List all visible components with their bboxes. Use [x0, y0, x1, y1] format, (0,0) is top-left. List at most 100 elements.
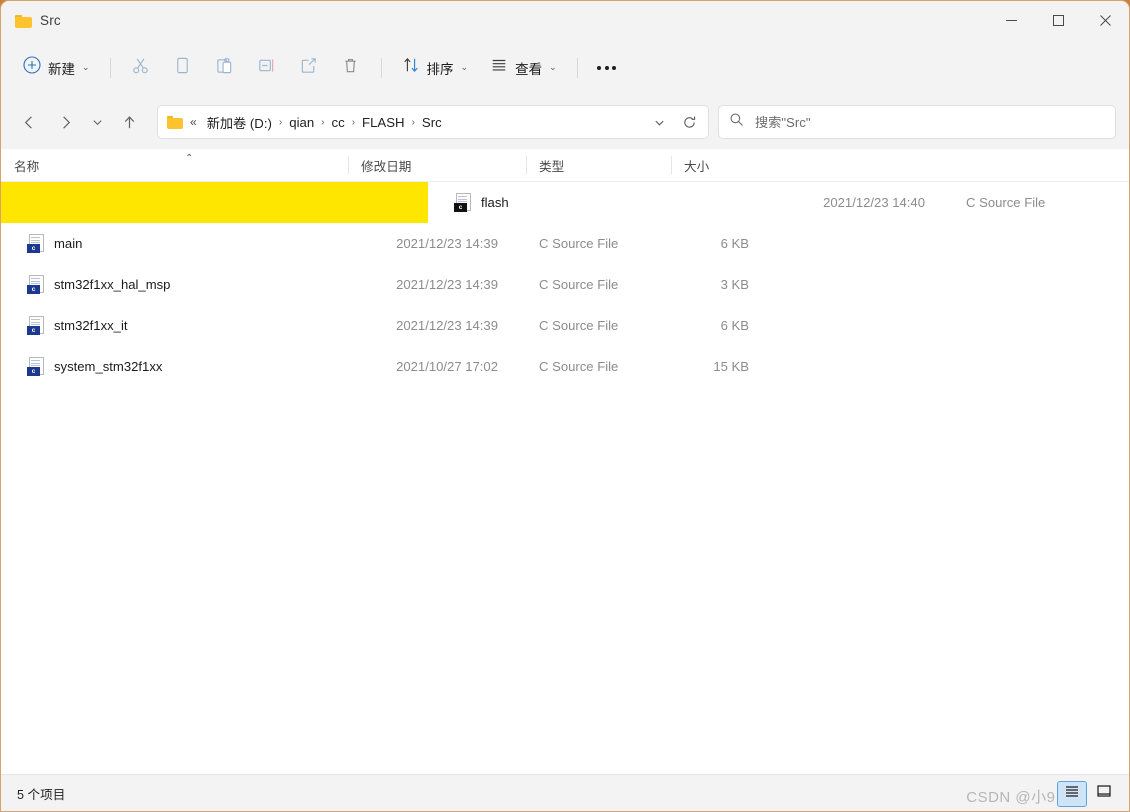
- cell-name: c main: [1, 234, 348, 253]
- details-view-button[interactable]: [1057, 780, 1087, 807]
- plus-circle-icon: [23, 56, 41, 79]
- main-body: 图片📌CC2530DBgtsipddd无线传感器网络实›OneDrive›WPS…: [1, 149, 1129, 774]
- breadcrumb-separator[interactable]: ›: [350, 117, 357, 128]
- breadcrumb-item-2[interactable]: cc: [327, 112, 350, 133]
- address-bar[interactable]: « 新加卷 (D:) › qian › cc › FLASH › Src: [157, 105, 709, 139]
- copy-button[interactable]: [163, 51, 203, 85]
- file-name: flash: [481, 195, 509, 210]
- maximize-button[interactable]: [1035, 1, 1082, 40]
- breadcrumb-item-3[interactable]: FLASH: [357, 112, 410, 133]
- file-name: system_stm32f1xx: [54, 359, 163, 374]
- cell-name: c system_stm32f1xx: [1, 357, 348, 376]
- breadcrumb-item-4[interactable]: Src: [417, 112, 447, 133]
- navigation-bar: « 新加卷 (D:) › qian › cc › FLASH › Src: [1, 95, 1129, 149]
- cell-date: 2021/12/23 14:39: [396, 236, 498, 251]
- breadcrumb-overflow[interactable]: «: [190, 115, 202, 129]
- back-button[interactable]: [11, 105, 47, 139]
- file-list-pane: 名称 ⌃ 修改日期 类型 大小 c flash 2021/12/23 14:40 C …: [1, 149, 1129, 774]
- column-headers: 名称 ⌃ 修改日期 类型 大小: [1, 149, 1129, 182]
- column-header-size-label: 大小: [684, 159, 710, 174]
- c-source-file-icon: c: [27, 357, 44, 376]
- sort-button[interactable]: 排序 ⌄: [392, 51, 479, 85]
- column-header-date[interactable]: 修改日期: [348, 149, 526, 182]
- cell-type: C Source File: [539, 236, 619, 251]
- large-icons-view-button[interactable]: [1089, 781, 1119, 807]
- chevron-down-icon: ⌄: [82, 62, 90, 72]
- rename-icon: [257, 56, 276, 80]
- c-source-file-icon: c: [27, 316, 44, 335]
- share-icon: [299, 56, 318, 80]
- cell-type: C Source File: [966, 195, 1046, 210]
- cell-type: C Source File: [539, 277, 619, 292]
- sort-button-label: 排序: [426, 61, 454, 77]
- column-header-type-label: 类型: [539, 159, 565, 174]
- breadcrumb-item-1[interactable]: qian: [284, 112, 319, 133]
- breadcrumb-separator[interactable]: ›: [319, 117, 326, 128]
- address-dropdown-button[interactable]: [644, 107, 674, 137]
- toolbar-divider: [109, 57, 111, 78]
- cell-type: C Source File: [539, 359, 619, 374]
- file-explorer-window: Src 新建 ⌄ 排序 ⌄ 查看 ⌄ « 新加卷 (D:) › qian › c…: [0, 0, 1130, 812]
- column-header-type[interactable]: 类型: [526, 149, 671, 182]
- search-box[interactable]: [718, 105, 1116, 139]
- more-options-button[interactable]: [588, 51, 626, 85]
- paste-button[interactable]: [205, 51, 245, 85]
- view-button[interactable]: 查看 ⌄: [480, 51, 567, 85]
- new-button[interactable]: 新建 ⌄: [15, 51, 100, 85]
- cut-button[interactable]: [121, 51, 161, 85]
- large-icons-view-icon: [1096, 783, 1112, 804]
- table-row[interactable]: c stm32f1xx_it 2021/12/23 14:39 C Source Fi…: [1, 305, 1129, 346]
- chevron-down-icon: ⌄: [549, 62, 557, 72]
- breadcrumb: « 新加卷 (D:) › qian › cc › FLASH › Src: [190, 110, 644, 135]
- window-title: Src: [40, 13, 61, 28]
- close-button[interactable]: [1082, 1, 1129, 40]
- table-row[interactable]: c stm32f1xx_hal_msp 2021/12/23 14:39 C Sour…: [1, 264, 1129, 305]
- breadcrumb-item-0[interactable]: 新加卷 (D:): [202, 110, 277, 135]
- title-bar: Src: [1, 1, 1129, 40]
- column-header-name-label: 名称: [14, 159, 40, 174]
- row-highlight: [1, 182, 428, 223]
- item-count: 5 个项目: [17, 788, 66, 802]
- file-name: stm32f1xx_hal_msp: [54, 277, 171, 292]
- toolbar-divider-3: [576, 57, 578, 78]
- breadcrumb-separator[interactable]: ›: [277, 117, 284, 128]
- table-row[interactable]: c main 2021/12/23 14:39 C Source File 6 KB: [1, 223, 1129, 264]
- minimize-button[interactable]: [988, 1, 1035, 40]
- cell-name: c stm32f1xx_it: [1, 316, 348, 335]
- search-input[interactable]: [755, 114, 1105, 130]
- search-icon: [729, 112, 744, 132]
- trash-icon: [341, 56, 360, 80]
- cell-size: 4 KB: [1098, 195, 1129, 210]
- scissors-icon: [131, 56, 150, 80]
- refresh-button[interactable]: [674, 107, 704, 137]
- new-button-label: 新建: [48, 61, 75, 77]
- recent-locations-button[interactable]: [83, 105, 111, 139]
- cell-date: 2021/10/27 17:02: [396, 359, 498, 374]
- title-bar-left: Src: [1, 13, 61, 28]
- cell-size: 15 KB: [713, 359, 749, 374]
- folder-icon: [15, 14, 32, 28]
- breadcrumb-separator[interactable]: ›: [410, 117, 417, 128]
- table-row[interactable]: cflash 2021/12/23 14:40 C Source File 4 KB: [1, 182, 1129, 223]
- file-rows: cflash2021/12/23 14:40C Source File4 KBc…: [1, 182, 1129, 387]
- ellipsis-icon: [597, 65, 602, 70]
- cell-name: c stm32f1xx_hal_msp: [1, 275, 348, 294]
- window-controls: [988, 1, 1129, 40]
- column-header-name[interactable]: 名称 ⌃: [1, 149, 348, 182]
- cell-size: 3 KB: [720, 277, 749, 292]
- delete-button[interactable]: [331, 51, 371, 85]
- c-source-file-icon: c: [454, 193, 471, 212]
- share-button[interactable]: [289, 51, 329, 85]
- view-button-label: 查看: [515, 61, 543, 77]
- cell-name: c flash: [428, 193, 775, 212]
- folder-icon: [167, 115, 183, 129]
- table-row[interactable]: c system_stm32f1xx 2021/10/27 17:02 C Sourc…: [1, 346, 1129, 387]
- chevron-down-icon: ⌄: [460, 62, 469, 72]
- cell-date: 2021/12/23 14:39: [396, 277, 498, 292]
- rename-button[interactable]: [247, 51, 287, 85]
- watermark: CSDN @小9己: [966, 789, 1071, 806]
- up-button[interactable]: [111, 105, 147, 139]
- forward-button[interactable]: [47, 105, 83, 139]
- cell-size: 6 KB: [720, 236, 749, 251]
- column-header-size[interactable]: 大小: [671, 149, 763, 182]
